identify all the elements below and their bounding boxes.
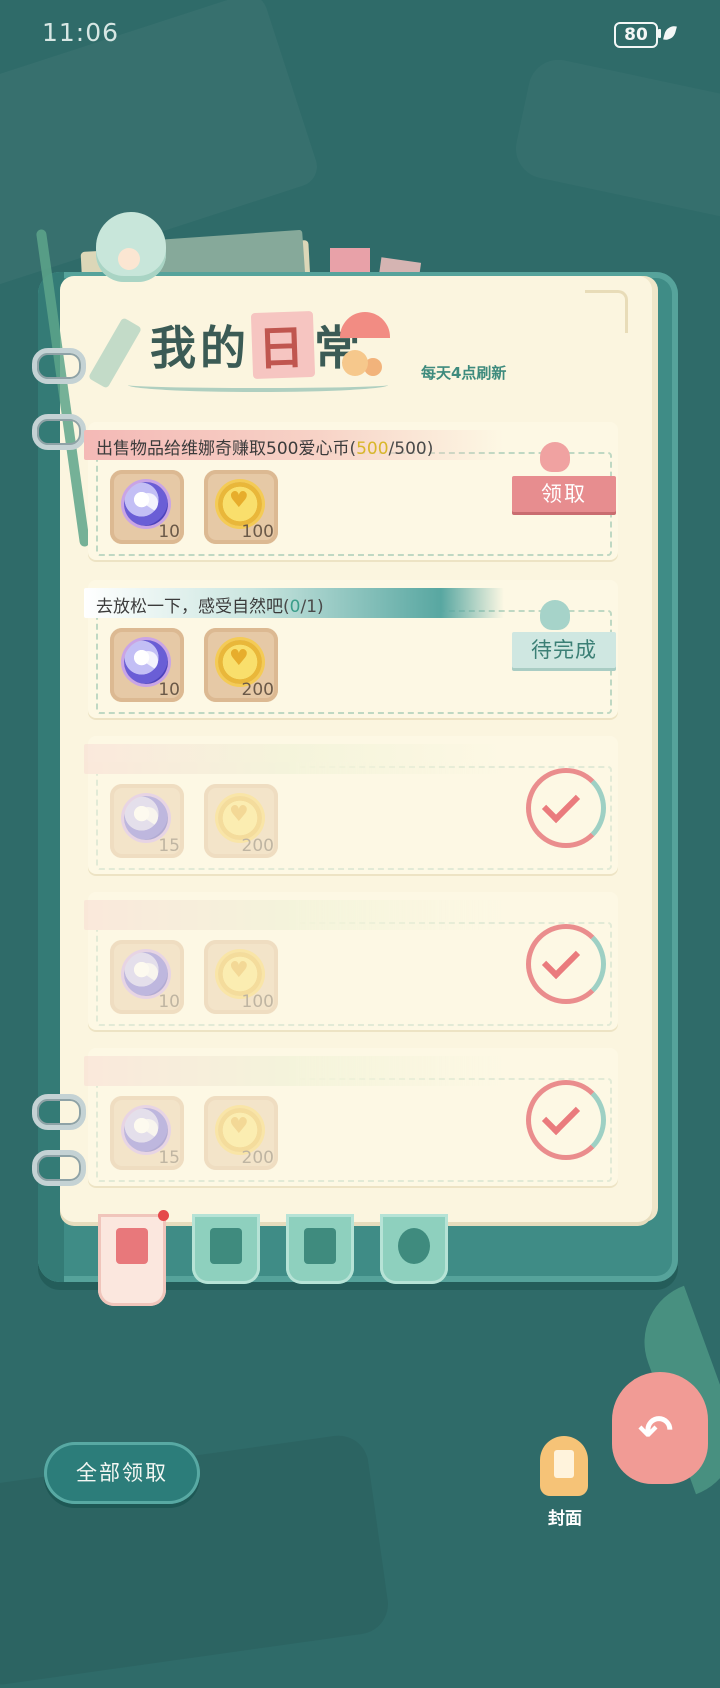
title-underline bbox=[128, 378, 388, 392]
reward-item: 10 bbox=[110, 940, 184, 1014]
reward-item: 15 bbox=[110, 1096, 184, 1170]
page-corner-decoration bbox=[585, 290, 628, 333]
task-title-bar bbox=[84, 1056, 504, 1086]
coin-icon bbox=[218, 482, 262, 526]
reward-item: 200 bbox=[204, 628, 278, 702]
photo-album-icon bbox=[210, 1228, 242, 1264]
reward-item: 15 bbox=[110, 784, 184, 858]
flower-decoration bbox=[96, 212, 166, 282]
cover-button[interactable]: 封面 bbox=[536, 1436, 596, 1536]
reward-quantity: 10 bbox=[158, 680, 180, 700]
reward-item: 200 bbox=[204, 1096, 278, 1170]
claim-button[interactable]: 领取 bbox=[512, 476, 616, 512]
leaf-icon bbox=[663, 23, 677, 43]
reward-quantity: 200 bbox=[241, 836, 274, 856]
task-title-bar bbox=[84, 900, 504, 930]
binder-ring bbox=[32, 414, 86, 450]
binder-ring bbox=[32, 1094, 86, 1130]
coin-icon bbox=[218, 640, 262, 684]
reward-quantity: 100 bbox=[241, 522, 274, 542]
coin-icon bbox=[218, 1108, 262, 1152]
completed-check-icon bbox=[526, 768, 606, 848]
coin-icon bbox=[218, 796, 262, 840]
reward-quantity: 10 bbox=[158, 522, 180, 542]
reward-quantity: 15 bbox=[158, 836, 180, 856]
task-card-completed: 10 100 bbox=[84, 892, 618, 1030]
task-card: 出售物品给维娜奇赚取500爱心币(500/500) 10 100 领取 bbox=[84, 422, 618, 560]
gem-icon bbox=[124, 796, 168, 840]
progress-total: 500 bbox=[394, 439, 427, 459]
reward-item: 100 bbox=[204, 470, 278, 544]
reward-item: 100 bbox=[204, 940, 278, 1014]
reward-quantity: 15 bbox=[158, 1148, 180, 1168]
gem-icon bbox=[124, 640, 168, 684]
reward-quantity: 10 bbox=[158, 992, 180, 1012]
flower-icon bbox=[398, 1228, 430, 1264]
flower-icon bbox=[342, 350, 368, 376]
progress-current: 500 bbox=[356, 439, 389, 459]
reward-item: 10 bbox=[110, 628, 184, 702]
binder-ring bbox=[32, 1150, 86, 1186]
tulip-icon bbox=[540, 600, 570, 630]
back-button[interactable]: ↶ bbox=[612, 1372, 708, 1484]
reward-item: 200 bbox=[204, 784, 278, 858]
tab-flower[interactable] bbox=[380, 1214, 448, 1284]
battery-tip bbox=[658, 29, 661, 38]
refresh-note: 每天4点刷新 bbox=[421, 364, 507, 382]
gem-icon bbox=[124, 952, 168, 996]
completed-check-icon bbox=[526, 924, 606, 1004]
status-time: 11:06 bbox=[42, 18, 120, 47]
task-title-bar bbox=[84, 744, 504, 774]
cover-icon bbox=[540, 1436, 588, 1496]
task-title: 去放松一下，感受自然吧(0/1) bbox=[96, 597, 324, 617]
back-arrow-icon: ↶ bbox=[638, 1406, 674, 1455]
cover-label: 封面 bbox=[548, 1509, 582, 1529]
tab-book[interactable] bbox=[286, 1214, 354, 1284]
pending-button[interactable]: 待完成 bbox=[512, 632, 616, 668]
reward-quantity: 100 bbox=[241, 992, 274, 1012]
tab-daily[interactable] bbox=[98, 1214, 166, 1306]
claim-all-button[interactable]: 全部领取 bbox=[44, 1442, 200, 1504]
reward-item: 10 bbox=[110, 470, 184, 544]
reward-quantity: 200 bbox=[241, 680, 274, 700]
tulip-icon bbox=[540, 442, 570, 472]
task-card-completed: 15 200 bbox=[84, 736, 618, 874]
battery-indicator: 80 bbox=[614, 22, 658, 48]
coin-icon bbox=[218, 952, 262, 996]
daily-notes-icon bbox=[116, 1228, 148, 1264]
task-title: 出售物品给维娜奇赚取500爱心币(500/500) bbox=[96, 439, 434, 459]
gem-icon bbox=[124, 1108, 168, 1152]
background-texture bbox=[510, 54, 720, 225]
progress-total: 1 bbox=[306, 597, 318, 617]
title-highlight: 日 bbox=[250, 310, 316, 380]
reward-quantity: 200 bbox=[241, 1148, 274, 1168]
title-text: 我的 bbox=[150, 321, 250, 375]
tab-album[interactable] bbox=[192, 1214, 260, 1284]
notification-dot bbox=[158, 1210, 169, 1221]
completed-check-icon bbox=[526, 1080, 606, 1160]
book-star-icon bbox=[304, 1228, 336, 1264]
progress-current: 0 bbox=[289, 597, 301, 617]
task-card: 去放松一下，感受自然吧(0/1) 10 200 待完成 bbox=[84, 580, 618, 718]
gem-icon bbox=[124, 482, 168, 526]
task-card-completed: 15 200 bbox=[84, 1048, 618, 1186]
page-title: 我的日常 bbox=[150, 310, 364, 382]
binder-ring bbox=[32, 348, 86, 384]
